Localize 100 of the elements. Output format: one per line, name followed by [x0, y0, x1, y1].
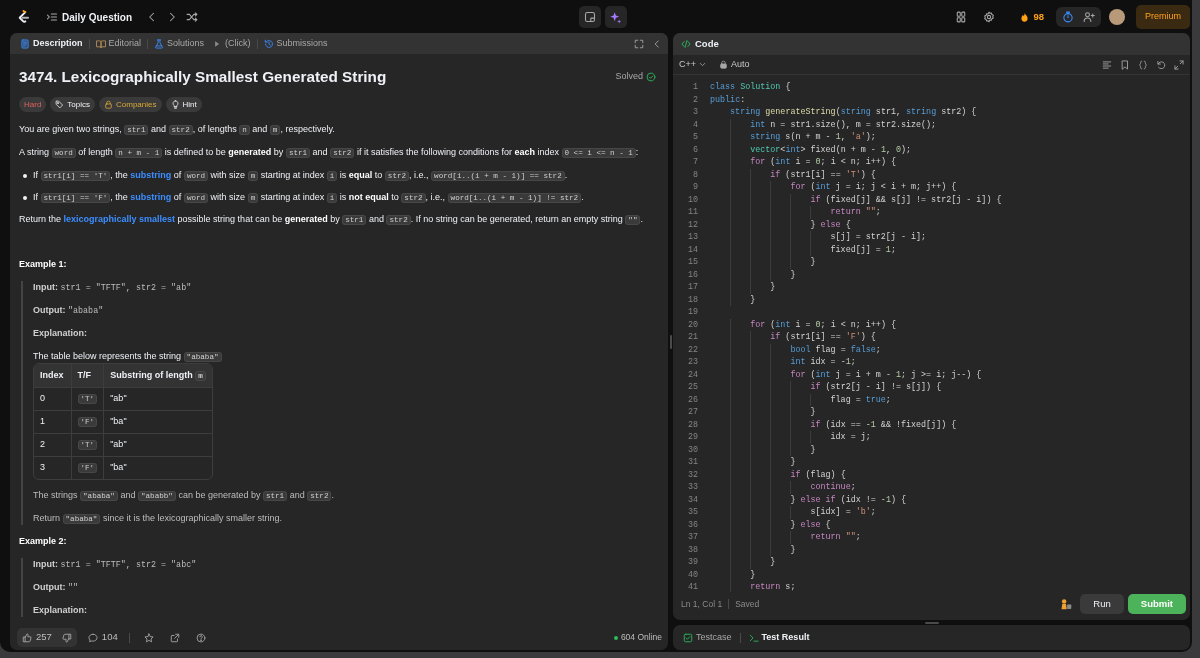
shuffle-icon[interactable] — [186, 11, 198, 23]
history-icon — [263, 38, 274, 49]
code-icon — [681, 39, 691, 49]
share-icon[interactable] — [169, 632, 180, 643]
chevron-down-icon — [698, 60, 707, 69]
language-select[interactable]: C++ — [679, 57, 707, 72]
line-number: 8 — [691, 168, 698, 181]
cursor-position: Ln 1, Col 1 — [681, 597, 723, 611]
add-user-icon[interactable] — [1083, 11, 1095, 23]
format-icon[interactable] — [1102, 59, 1112, 70]
problem-list-button[interactable]: Daily Question — [46, 9, 138, 25]
fullscreen-icon[interactable] — [1174, 59, 1184, 70]
comments-button[interactable]: 104 — [82, 628, 123, 647]
bookmark-icon[interactable] — [1120, 59, 1130, 70]
online-count: 604 Online — [620, 631, 662, 644]
code-line: continue; — [810, 481, 856, 494]
auto-mode-button[interactable]: Auto — [715, 57, 750, 72]
hint-button[interactable]: Hint — [165, 97, 202, 112]
like-button[interactable]: 257 — [17, 628, 57, 647]
panel-tab[interactable]: Solutions — [152, 34, 207, 53]
line-number: 30 — [686, 443, 698, 456]
settings-icon[interactable] — [983, 11, 996, 23]
panel-title: Code — [695, 36, 719, 51]
avatar-icon[interactable] — [1109, 9, 1125, 25]
panel-tab[interactable]: (Click) — [210, 34, 253, 53]
code-line: } — [790, 543, 796, 556]
panel-tab[interactable]: Description — [18, 34, 85, 53]
line-number: 36 — [686, 518, 698, 531]
line-number: 38 — [686, 543, 698, 556]
line-number: 17 — [686, 281, 698, 294]
collapse-icon[interactable] — [652, 38, 662, 49]
line-number: 14 — [686, 243, 698, 256]
line-number: 23 — [686, 356, 698, 369]
line-number: 31 — [686, 456, 698, 469]
line-number: 15 — [686, 256, 698, 269]
help-icon[interactable] — [195, 632, 206, 643]
layout-icon[interactable] — [955, 11, 968, 23]
undo-icon[interactable] — [1156, 59, 1166, 70]
code-line: for (int j = i; j < i + m; j++) { — [790, 181, 957, 194]
thumbs-down-icon — [61, 632, 72, 643]
topics-button[interactable]: Topics — [50, 97, 96, 112]
line-number: 39 — [686, 556, 698, 569]
figure-icon[interactable] — [1060, 598, 1073, 610]
panel-tab[interactable]: Editorial — [93, 34, 144, 53]
table-cell: 3 — [34, 456, 71, 479]
table-cell: "ba" — [103, 456, 212, 479]
stopwatch-icon[interactable] — [1062, 11, 1074, 23]
example-io-line: Input: str1 = "TFTF", str2 = "ab" — [33, 281, 193, 294]
code-line: s[j] = str2[j - i]; — [830, 231, 927, 244]
line-number: 11 — [686, 206, 698, 219]
streak-button[interactable]: 98 — [1015, 9, 1048, 25]
code-line: string generateString(string str1, string str2) { — [730, 106, 977, 119]
line-number: 26 — [686, 393, 698, 406]
code-line: public: — [710, 93, 746, 106]
run-button[interactable]: Run — [1080, 594, 1124, 614]
save-status: Saved — [735, 597, 760, 611]
code-line: } — [790, 268, 796, 281]
document-icon — [20, 38, 30, 49]
code-line: } else { — [790, 518, 831, 531]
code-line: return s; — [750, 581, 796, 592]
table-cell: 0 — [34, 387, 71, 410]
star-icon[interactable] — [143, 632, 154, 643]
code-line: } — [810, 406, 816, 419]
line-number: 9 — [691, 181, 698, 194]
line-number: 13 — [686, 231, 698, 244]
code-line: string s(n + m - 1, 'a'); — [750, 131, 876, 144]
console-tab[interactable]: Test Result — [746, 628, 812, 647]
code-line: vector<int> fixed(n + m - 1, 0); — [750, 143, 912, 156]
maximize-icon[interactable] — [634, 38, 644, 49]
example-io-line: Output: "ababa" — [33, 304, 105, 317]
code-line: s[idx] = 'b'; — [810, 506, 876, 519]
code-line: if (str1[i] == 'T') { — [770, 168, 876, 181]
panel-tab[interactable]: Submissions — [261, 34, 330, 53]
resize-handle[interactable] — [924, 621, 939, 624]
bullet-icon — [23, 174, 27, 178]
braces-icon[interactable] — [1138, 59, 1148, 70]
notes-button[interactable] — [578, 6, 601, 28]
term-link[interactable]: substring — [130, 192, 172, 202]
code-line: } — [790, 456, 796, 469]
resize-handle[interactable] — [669, 334, 672, 349]
example-heading: Example 1: — [19, 258, 68, 271]
list-icon — [46, 11, 58, 23]
comment-icon — [87, 632, 98, 643]
code-line: if (str2[j - i] != s[j]) { — [810, 381, 942, 394]
premium-button[interactable]: Premium — [1136, 5, 1190, 29]
code-line: int n = str1.size(), m = str2.size(); — [750, 118, 937, 131]
code-line: return ""; — [810, 531, 861, 544]
thumbs-up-icon — [22, 632, 32, 643]
line-number: 10 — [686, 193, 698, 206]
console-tab[interactable]: Testcase — [681, 628, 734, 647]
line-number: 24 — [686, 368, 698, 381]
terminal-icon — [748, 632, 759, 643]
assistant-button[interactable] — [604, 6, 627, 28]
problem-title: 3474. Lexicographically Smallest Generated String — [19, 67, 387, 87]
line-number: 16 — [686, 268, 698, 281]
term-link[interactable]: substring — [130, 170, 172, 180]
term-link[interactable]: lexicographically smallest — [63, 214, 176, 224]
code-line: fixed[j] = 1; — [830, 243, 896, 256]
companies-button[interactable]: Companies — [99, 97, 162, 112]
sparkle-icon — [609, 10, 622, 24]
